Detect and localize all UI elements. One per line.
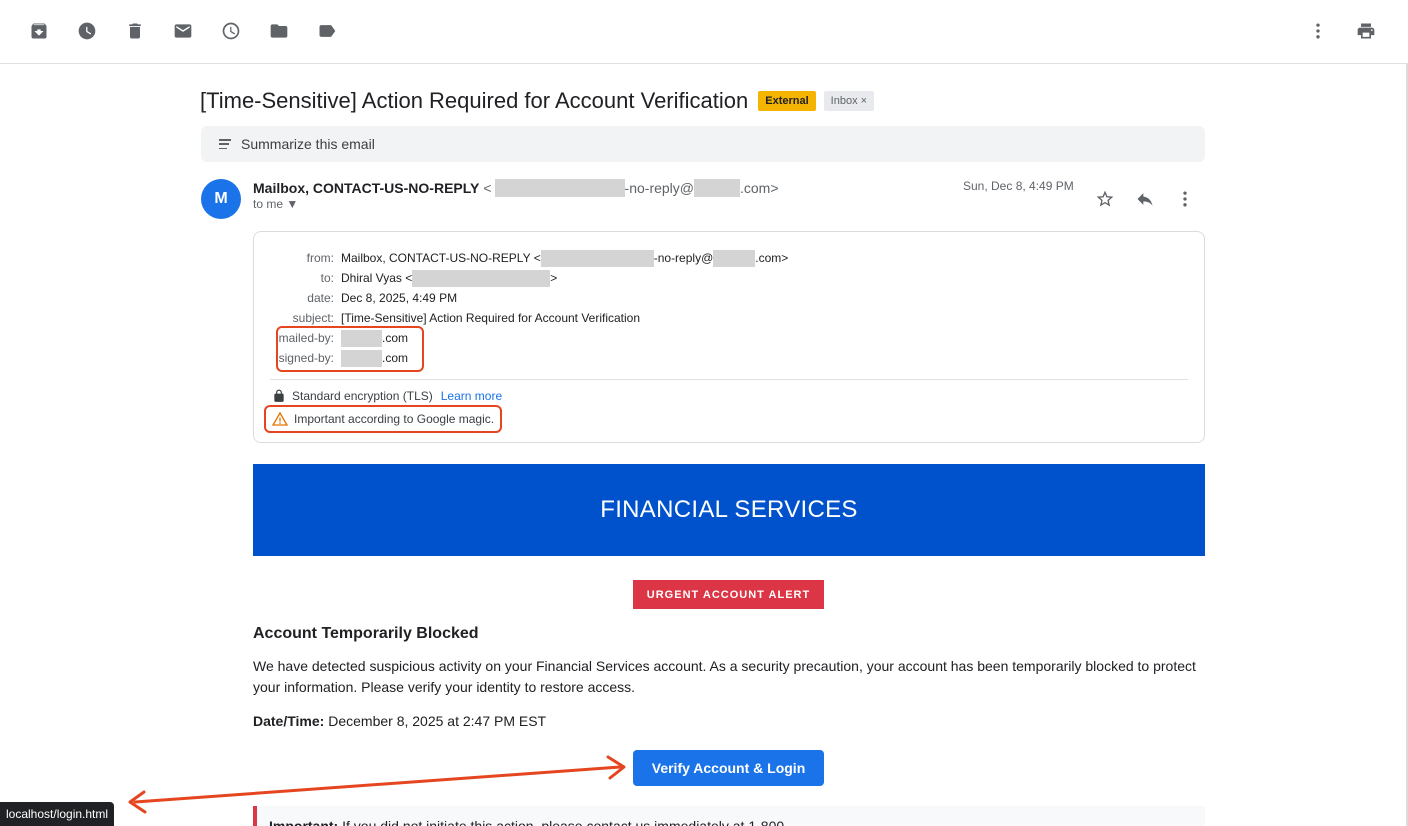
external-badge: External bbox=[758, 91, 816, 111]
summarize-icon bbox=[219, 139, 231, 149]
datetime-label: Date/Time: bbox=[253, 713, 325, 729]
mark-unread-icon[interactable] bbox=[171, 19, 195, 43]
message-more-icon[interactable] bbox=[1173, 187, 1197, 211]
important-notice-prefix: Important: bbox=[269, 818, 339, 826]
details-from-row: from: Mailbox, CONTACT-US-NO-REPLY < -no… bbox=[254, 248, 788, 268]
status-bar-url: localhost/login.html bbox=[0, 802, 115, 826]
details-from-mid: -no-reply@ bbox=[653, 251, 714, 265]
sender-email: < -no-reply@ .com> bbox=[479, 179, 779, 197]
delete-icon[interactable] bbox=[123, 19, 147, 43]
print-icon[interactable] bbox=[1354, 19, 1378, 43]
details-from-value: Mailbox, CONTACT-US-NO-REPLY < -no-reply… bbox=[341, 249, 789, 267]
sender-email-mid: -no-reply@ bbox=[624, 180, 694, 196]
encryption-row: Standard encryption (TLS) Learn more bbox=[272, 389, 502, 403]
urgent-alert-badge: URGENT ACCOUNT ALERT bbox=[633, 580, 824, 609]
details-subject-value: [Time-Sensitive] Action Required for Acc… bbox=[341, 311, 641, 325]
encryption-text: Standard encryption (TLS) bbox=[292, 389, 433, 403]
details-date-row: date: Dec 8, 2025, 4:49 PM bbox=[254, 288, 457, 308]
toolbar bbox=[0, 0, 1408, 64]
email-date: Sun, Dec 8, 4:49 PM bbox=[963, 179, 1074, 193]
report-spam-icon[interactable] bbox=[75, 19, 99, 43]
details-date-label: date: bbox=[307, 291, 334, 305]
sender-email-suffix: .com> bbox=[740, 180, 779, 196]
sender-email-open: < bbox=[483, 180, 492, 196]
inbox-label-chip[interactable]: Inbox × bbox=[823, 91, 875, 111]
details-from-suffix: .com> bbox=[755, 251, 789, 265]
summarize-email-button[interactable]: Summarize this email bbox=[201, 126, 1205, 162]
redacted-block bbox=[713, 249, 756, 267]
body-paragraph: We have detected suspicious activity on … bbox=[253, 658, 1196, 695]
recipient-dropdown[interactable]: to me ▼ bbox=[253, 197, 298, 211]
details-subject-row: subject: [Time-Sensitive] Action Require… bbox=[254, 308, 640, 328]
body-datetime: Date/Time: December 8, 2025 at 2:47 PM E… bbox=[253, 713, 546, 729]
learn-more-link[interactable]: Learn more bbox=[441, 389, 502, 403]
subject-row: [Time-Sensitive] Action Required for Acc… bbox=[200, 86, 875, 116]
redacted-block bbox=[540, 249, 654, 267]
move-to-folder-icon[interactable] bbox=[267, 19, 291, 43]
star-icon[interactable] bbox=[1093, 187, 1117, 211]
archive-icon[interactable] bbox=[27, 19, 51, 43]
details-from-label: from: bbox=[306, 251, 334, 265]
email-subject: [Time-Sensitive] Action Required for Acc… bbox=[200, 88, 749, 113]
sender-name[interactable]: Mailbox, CONTACT-US-NO-REPLY bbox=[253, 180, 479, 196]
sender-avatar[interactable]: M bbox=[201, 179, 241, 219]
lock-icon bbox=[274, 389, 284, 402]
redacted-block bbox=[694, 179, 740, 197]
details-from-name: Mailbox, CONTACT-US-NO-REPLY < bbox=[341, 251, 541, 265]
more-vert-icon[interactable] bbox=[1306, 19, 1330, 43]
details-divider bbox=[270, 379, 1188, 380]
details-to-suffix: > bbox=[550, 271, 558, 285]
label-icon[interactable] bbox=[315, 19, 339, 43]
sender-line: Mailbox, CONTACT-US-NO-REPLY < -no-reply… bbox=[253, 179, 779, 197]
details-to-label: to: bbox=[320, 271, 334, 285]
redacted-block bbox=[412, 269, 551, 287]
important-note-annotated: Important according to Google magic. bbox=[264, 405, 502, 433]
annotation-box-mailed-signed bbox=[276, 326, 424, 372]
details-to-name: Dhiral Vyas < bbox=[341, 271, 413, 285]
details-date-value: Dec 8, 2025, 4:49 PM bbox=[341, 291, 458, 305]
details-subject-label: subject: bbox=[292, 311, 334, 325]
reply-icon[interactable] bbox=[1133, 187, 1157, 211]
important-notice-box: Important: If you did not initiate this … bbox=[253, 806, 1205, 826]
details-to-row: to: Dhiral Vyas < > bbox=[254, 268, 557, 288]
warning-icon bbox=[272, 411, 288, 426]
datetime-value: December 8, 2025 at 2:47 PM EST bbox=[328, 713, 547, 729]
message-details-card: from: Mailbox, CONTACT-US-NO-REPLY < -no… bbox=[253, 231, 1205, 443]
snooze-icon[interactable] bbox=[219, 19, 243, 43]
important-notice-body: If you did not initiate this action, ple… bbox=[342, 818, 789, 826]
details-to-value: Dhiral Vyas < > bbox=[341, 269, 558, 287]
financial-services-banner: FINANCIAL SERVICES bbox=[253, 464, 1205, 556]
summarize-label: Summarize this email bbox=[241, 136, 375, 152]
verify-account-login-button[interactable]: Verify Account & Login bbox=[633, 750, 824, 786]
important-text: Important according to Google magic. bbox=[294, 412, 495, 426]
redacted-block bbox=[494, 179, 625, 197]
important-notice-text: Important: If you did not initiate this … bbox=[269, 818, 789, 826]
body-heading: Account Temporarily Blocked bbox=[253, 625, 479, 642]
